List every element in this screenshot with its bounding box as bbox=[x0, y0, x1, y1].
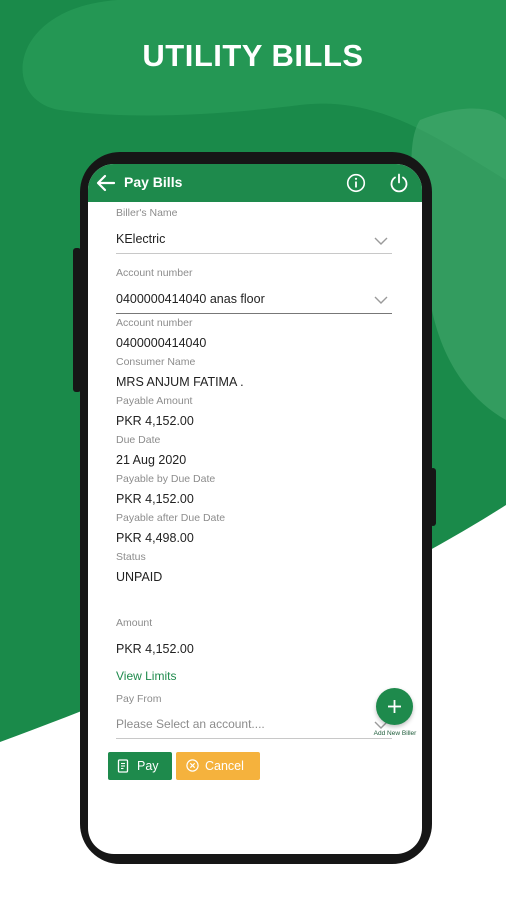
detail-label: Payable by Due Date bbox=[116, 473, 216, 485]
app-bar: Pay Bills bbox=[88, 164, 422, 202]
pay-button-label: Pay bbox=[137, 759, 159, 773]
biller-name-label: Biller's Name bbox=[116, 207, 178, 219]
chevron-down-icon[interactable] bbox=[374, 295, 388, 305]
cancel-button[interactable]: Cancel bbox=[176, 752, 260, 780]
amount-input[interactable]: PKR 4,152.00 bbox=[116, 642, 194, 656]
detail-label: Payable Amount bbox=[116, 395, 193, 407]
bill-icon bbox=[117, 759, 129, 773]
plus-icon bbox=[388, 700, 401, 713]
detail-value: PKR 4,152.00 bbox=[116, 492, 194, 506]
divider bbox=[116, 313, 392, 314]
pay-from-label: Pay From bbox=[116, 693, 162, 705]
detail-label: Status bbox=[116, 551, 146, 563]
divider bbox=[116, 253, 392, 254]
detail-value: 21 Aug 2020 bbox=[116, 453, 187, 467]
detail-value: PKR 4,498.00 bbox=[116, 531, 194, 545]
detail-label: Payable after Due Date bbox=[116, 512, 226, 524]
arrow-left-icon[interactable] bbox=[94, 171, 118, 195]
pay-from-dropdown[interactable]: Please Select an account.... bbox=[116, 717, 265, 731]
power-icon[interactable] bbox=[388, 172, 410, 194]
close-circle-icon bbox=[186, 759, 199, 772]
info-icon[interactable] bbox=[346, 173, 366, 193]
page-headline: UTILITY BILLS bbox=[142, 38, 364, 73]
page-title: Pay Bills bbox=[124, 174, 183, 190]
add-new-biller-label: Add New Biller bbox=[373, 730, 417, 737]
detail-label: Due Date bbox=[116, 434, 161, 446]
chevron-down-icon[interactable] bbox=[374, 236, 388, 246]
detail-value: PKR 4,152.00 bbox=[116, 414, 194, 428]
detail-label: Consumer Name bbox=[116, 356, 196, 368]
status-value: UNPAID bbox=[116, 570, 163, 584]
amount-label: Amount bbox=[116, 617, 153, 629]
account-number-dropdown[interactable]: 0400000414040 anas floor bbox=[116, 292, 265, 306]
pay-button[interactable]: Pay bbox=[108, 752, 172, 780]
add-new-biller-button[interactable] bbox=[376, 688, 413, 725]
divider bbox=[116, 738, 392, 739]
detail-label: Account number bbox=[116, 317, 193, 329]
detail-value: 0400000414040 bbox=[116, 336, 207, 350]
detail-value: MRS ANJUM FATIMA . bbox=[116, 375, 244, 389]
biller-name-dropdown[interactable]: KElectric bbox=[116, 232, 165, 246]
account-number-label: Account number bbox=[116, 267, 193, 279]
view-limits-link[interactable]: View Limits bbox=[116, 669, 176, 683]
phone-screen: Pay Bills Biller's Name KElectric Accoun… bbox=[88, 164, 422, 854]
cancel-button-label: Cancel bbox=[205, 759, 244, 773]
